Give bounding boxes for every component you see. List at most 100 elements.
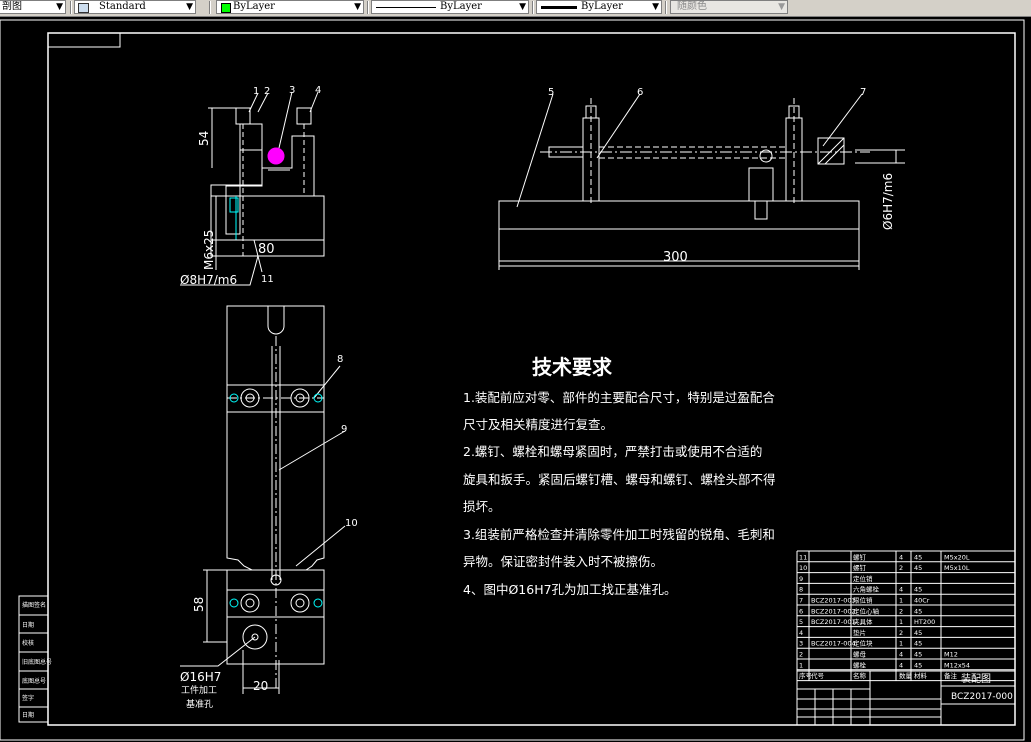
tech-line: 损坏。	[463, 499, 501, 514]
bom-cell-no: 1	[799, 661, 803, 669]
toolbar-separator	[367, 1, 369, 14]
bom-cell-mat: 45	[914, 661, 922, 669]
bom-cell-name: 夹具体	[853, 617, 873, 626]
workpiece-section	[267, 147, 285, 165]
corner-code-box	[47, 32, 121, 48]
bom-cell-no: 4	[799, 629, 803, 637]
balloon-7: 7	[860, 87, 866, 98]
tech-line: 旋具和扳手。紧固后螺钉槽、螺母和螺钉、螺栓头部不得	[463, 472, 776, 487]
leader-line	[313, 365, 341, 399]
bom-cell-note: M12x54	[944, 661, 970, 669]
bom-cell-mat: 45	[914, 651, 922, 659]
bom-header-code: 代号	[811, 671, 825, 680]
bom-header-mat: 材料	[914, 671, 928, 680]
nut	[290, 593, 310, 613]
balloon-6: 6	[637, 87, 643, 98]
dim-m6x25: M6x25	[202, 230, 216, 270]
strip-label: 旧底图总号	[22, 658, 52, 666]
bom-cell-mat: 45	[914, 586, 922, 594]
leader-line	[278, 91, 293, 149]
dim-fit-6: Ø6H7/m6	[881, 173, 895, 230]
cut-combo[interactable]: 剖图 ▼	[0, 0, 66, 14]
bom-cell-name: 六角螺栓	[853, 585, 880, 594]
bom-cell-qty: 4	[899, 586, 903, 594]
bom-cell-no: 9	[799, 575, 803, 583]
chevron-down-icon: ▼	[354, 2, 361, 12]
tech-line: 异物。保证密封件装入时不被擦伤。	[463, 554, 663, 569]
bom-cell-code: BCZ2017-004	[811, 640, 856, 648]
bom-cell-no: 7	[799, 597, 803, 605]
nut-hole	[245, 598, 255, 608]
strip-label: 描图签名	[22, 601, 46, 609]
bom-cell-no: 2	[799, 651, 803, 659]
bom-cell-qty: 1	[899, 640, 903, 648]
dim-20: 20	[253, 679, 268, 693]
support-block	[748, 167, 774, 202]
note-line: 基准孔	[186, 698, 213, 710]
properties-toolbar: 剖图 ▼ Standard ▼ ByLayer ▼ ByLayer ▼ ByLa…	[0, 0, 1031, 17]
linetype-combo[interactable]: ByLayer ▼	[371, 0, 529, 14]
bom-cell-no: 10	[799, 564, 807, 572]
bom-cell-mat: 45	[914, 564, 922, 572]
bom-cell-code: BCZ2017-001	[811, 618, 856, 626]
note-line: 工件加工	[181, 684, 217, 696]
bom-cell-qty: 2	[899, 629, 903, 637]
bom-cell-no: 5	[799, 618, 803, 626]
toolbar-separator	[70, 1, 72, 14]
bom-cell-mat: 45	[914, 607, 922, 615]
cyan-screw	[229, 197, 239, 213]
balloon-4: 4	[315, 85, 321, 96]
balloon-3: 3	[289, 85, 295, 96]
bom-cell-no: 6	[799, 607, 803, 615]
tech-line: 4、图中Ø16H7孔为加工找正基准孔。	[463, 582, 677, 597]
color-combo[interactable]: ByLayer ▼	[216, 0, 364, 14]
nut	[240, 593, 260, 613]
bom-cell-no: 8	[799, 586, 803, 594]
dim-fit-16: Ø16H7	[180, 670, 221, 684]
screw-head-icon	[229, 598, 239, 608]
bom-cell-name: 螺钉	[853, 563, 867, 572]
bom-cell-mat: 45	[914, 640, 922, 648]
nut-hole	[295, 598, 305, 608]
dim-80: 80	[258, 242, 275, 257]
bom-cell-name: 螺母	[853, 650, 867, 659]
tech-line: 3.组装前严格检查并清除零件加工时残留的锐角、毛刺和	[463, 527, 775, 542]
support-pin	[754, 200, 768, 220]
slot-u	[267, 306, 285, 335]
bom-cell-mat: HT200	[914, 618, 935, 626]
text-style-label: Standard	[99, 1, 146, 12]
bom-cell-qty: 1	[899, 618, 903, 626]
chevron-down-icon: ▼	[778, 2, 785, 12]
tech-line: 尺寸及相关精度进行复查。	[463, 417, 613, 432]
bom-cell-qty: 4	[899, 553, 903, 561]
bom-cell-mat: 40Cr	[914, 597, 930, 605]
dim-54: 54	[197, 131, 211, 146]
plot-style-label: 随颜色	[677, 1, 707, 12]
bom-cell-qty: 2	[899, 607, 903, 615]
lineweight-combo[interactable]: ByLayer ▼	[536, 0, 662, 14]
dim-300: 300	[663, 250, 688, 265]
tech-line: 2.螺钉、螺栓和螺母紧固时，严禁打击或使用不合适的	[463, 444, 762, 459]
cut-label: 剖图	[2, 1, 22, 12]
bom-cell-no: 3	[799, 640, 803, 648]
strip-label: 日期	[22, 711, 34, 719]
text-style-combo[interactable]: Standard ▼	[74, 0, 196, 14]
tech-line: 1.装配前应对零、部件的主要配合尺寸，特别是过盈配合	[463, 390, 775, 405]
bom-header-name: 名称	[853, 671, 867, 680]
leader-line	[278, 430, 346, 471]
balloon-2: 2	[264, 86, 270, 97]
bom-header-qty: 数量	[899, 671, 913, 680]
linetype-preview-icon	[376, 7, 436, 8]
chevron-down-icon: ▼	[56, 2, 63, 12]
bom-cell-no: 11	[799, 553, 807, 561]
bolt-head	[235, 107, 251, 125]
bom-cell-name: 定位块	[853, 639, 873, 648]
drawing-canvas[interactable]: 描图签名 日期 校核 旧底图总号 底图总号 签字 日期 54 80 M6x25 …	[0, 17, 1031, 742]
dim-58: 58	[192, 597, 206, 612]
plot-style-combo[interactable]: 随颜色 ▼	[670, 0, 788, 14]
balloon-1: 1	[253, 86, 259, 97]
bom-cell-qty: 4	[899, 651, 903, 659]
tech-requirements-title: 技术要求	[532, 355, 613, 379]
lineweight-label: ByLayer	[581, 1, 623, 12]
bom-cell-name: 限位销	[853, 596, 873, 605]
